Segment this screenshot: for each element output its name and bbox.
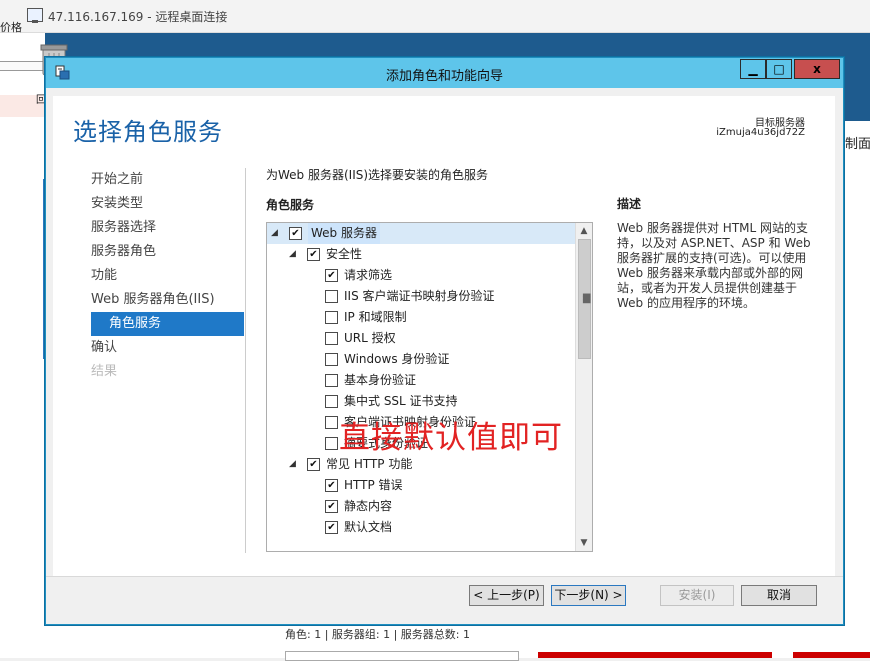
checkbox[interactable] (325, 374, 338, 387)
background-window-right: 制面 (842, 121, 870, 658)
tree-item-label: 默认文档 (344, 520, 393, 534)
target-server-value: iZmuja4u36jd72Z (716, 127, 805, 138)
tree-item-label: Web 服务器 (308, 223, 380, 244)
checkbox[interactable] (325, 416, 338, 429)
nav-item-0[interactable]: 开始之前 (91, 168, 251, 192)
tree-row[interactable]: ◢ ✔ Web 服务器 (267, 223, 575, 244)
remote-desktop-icon (27, 8, 43, 23)
checkbox[interactable] (325, 395, 338, 408)
tree-row[interactable]: Windows 身份验证 (267, 349, 575, 370)
checkbox[interactable]: ✔ (289, 227, 302, 240)
nav-item-4[interactable]: 功能 (91, 264, 251, 288)
scroll-down-icon[interactable]: ▼ (576, 535, 592, 551)
checkbox[interactable] (325, 332, 338, 345)
install-button: 安装(I) (660, 585, 734, 606)
tree-row[interactable]: ✔ HTTP 错误 (267, 475, 575, 496)
tree-row[interactable]: 基本身份验证 (267, 370, 575, 391)
checkbox[interactable]: ✔ (325, 269, 338, 282)
close-button[interactable]: x (794, 59, 840, 79)
tree-item-label: HTTP 错误 (344, 478, 403, 492)
description-body: Web 服务器提供对 HTML 网站的支持，以及对 ASP.NET、ASP 和 … (617, 221, 811, 310)
tree-item-label: IP 和域限制 (344, 310, 407, 324)
cancel-button[interactable]: 取消 (741, 585, 817, 606)
tree-row[interactable]: ◢ ✔ 常见 HTTP 功能 (267, 454, 575, 475)
nav-item-7[interactable]: 确认 (91, 336, 251, 360)
tree-row[interactable]: IIS 客户端证书映射身份验证 (267, 286, 575, 307)
wizard-nav: 开始之前 安装类型 服务器选择 服务器角色 功能 Web 服务器角色(IIS) 角色服务 确认… (91, 168, 251, 384)
background-window-left: 价格 回 (0, 21, 46, 658)
checkbox[interactable]: ✔ (325, 500, 338, 513)
nav-item-1[interactable]: 安装类型 (91, 192, 251, 216)
tree-row[interactable]: ✔ 静态内容 (267, 496, 575, 517)
tree-item-label: 常见 HTTP 功能 (326, 457, 413, 471)
checkbox[interactable] (325, 290, 338, 303)
nav-item-6[interactable]: 角色服务 (91, 312, 244, 336)
maximize-button[interactable]: □ (766, 59, 792, 79)
tree-item-label: 静态内容 (344, 499, 393, 513)
expand-arrow-icon[interactable]: ◢ (289, 244, 296, 265)
previous-button[interactable]: < 上一步(P) (469, 585, 544, 606)
tree-scrollbar[interactable]: ▲ ▬ ▬ ▬ ▼ (575, 223, 592, 551)
nav-item-3[interactable]: 服务器角色 (91, 240, 251, 264)
scroll-thumb[interactable]: ▬ ▬ ▬ (578, 239, 591, 359)
description-title: 描述 (617, 197, 642, 211)
next-button[interactable]: 下一步(N) > (551, 585, 626, 606)
checkbox[interactable] (325, 437, 338, 450)
add-roles-wizard-dialog: 添加角色和功能向导 ▁ □ x 选择角色服务 目标服务器 iZmuja4u36j… (45, 57, 844, 625)
tree-item-label: Windows 身份验证 (344, 352, 450, 366)
tree-item-label: 集中式 SSL 证书支持 (344, 394, 458, 408)
server-status-text: 角色: 1 | 服务器组: 1 | 服务器总数: 1 (285, 628, 471, 641)
rdp-titlebar: 47.116.167.169 - 远程桌面连接 (0, 0, 870, 33)
dialog-titlebar[interactable]: 添加角色和功能向导 ▁ □ x (46, 58, 843, 88)
wizard-content: 选择角色服务 目标服务器 iZmuja4u36jd72Z 开始之前 安装类型 服务器… (53, 96, 835, 576)
page-title: 选择角色服务 (73, 118, 223, 146)
tree-item-label: 基本身份验证 (344, 373, 417, 387)
checkbox[interactable] (325, 311, 338, 324)
rdp-title: 47.116.167.169 - 远程桌面连接 (48, 10, 228, 24)
dialog-title: 添加角色和功能向导 (385, 69, 503, 84)
nav-item-5[interactable]: Web 服务器角色(IIS) (91, 288, 251, 312)
checkbox[interactable]: ✔ (325, 521, 338, 534)
expand-arrow-icon[interactable]: ◢ (289, 454, 296, 475)
tree-row[interactable]: URL 授权 (267, 328, 575, 349)
role-services-tree[interactable]: ◢ ✔ Web 服务器 ◢ ✔ 安全性 ✔ 请求筛选 IIS 客户端证书映射身份验证 IP 和域限… (266, 222, 593, 552)
tree-item-label: IIS 客户端证书映射身份验证 (344, 289, 495, 303)
nav-item-2[interactable]: 服务器选择 (91, 216, 251, 240)
expand-arrow-icon[interactable]: ◢ (271, 223, 278, 244)
tree-item-label: 安全性 (326, 247, 363, 261)
tree-row[interactable]: ◢ ✔ 安全性 (267, 244, 575, 265)
nav-item-8: 结果 (91, 364, 118, 379)
scroll-grip-icon: ▬ ▬ ▬ (582, 290, 592, 307)
tree-item-label: URL 授权 (344, 331, 396, 345)
background-right-text: 制面 (845, 137, 870, 152)
checkbox[interactable] (325, 353, 338, 366)
tree-row[interactable]: IP 和域限制 (267, 307, 575, 328)
scroll-up-icon[interactable]: ▲ (576, 223, 592, 239)
tree-row[interactable]: ✔ 请求筛选 (267, 265, 575, 286)
instruction-text: 为Web 服务器(IIS)选择要安装的角色服务 (266, 168, 489, 182)
background-left-text: 价格 (0, 21, 22, 34)
tree-row[interactable]: 集中式 SSL 证书支持 (267, 391, 575, 412)
minimize-button[interactable]: ▁ (740, 59, 766, 79)
tree-item-label: 请求筛选 (344, 268, 393, 282)
annotation-overlay: 直接默认值即可 (339, 420, 563, 456)
checkbox[interactable]: ✔ (325, 479, 338, 492)
tree-row[interactable]: ✔ 默认文档 (267, 517, 575, 538)
role-services-header: 角色服务 (266, 198, 315, 212)
checkbox[interactable]: ✔ (307, 248, 320, 261)
checkbox[interactable]: ✔ (307, 458, 320, 471)
